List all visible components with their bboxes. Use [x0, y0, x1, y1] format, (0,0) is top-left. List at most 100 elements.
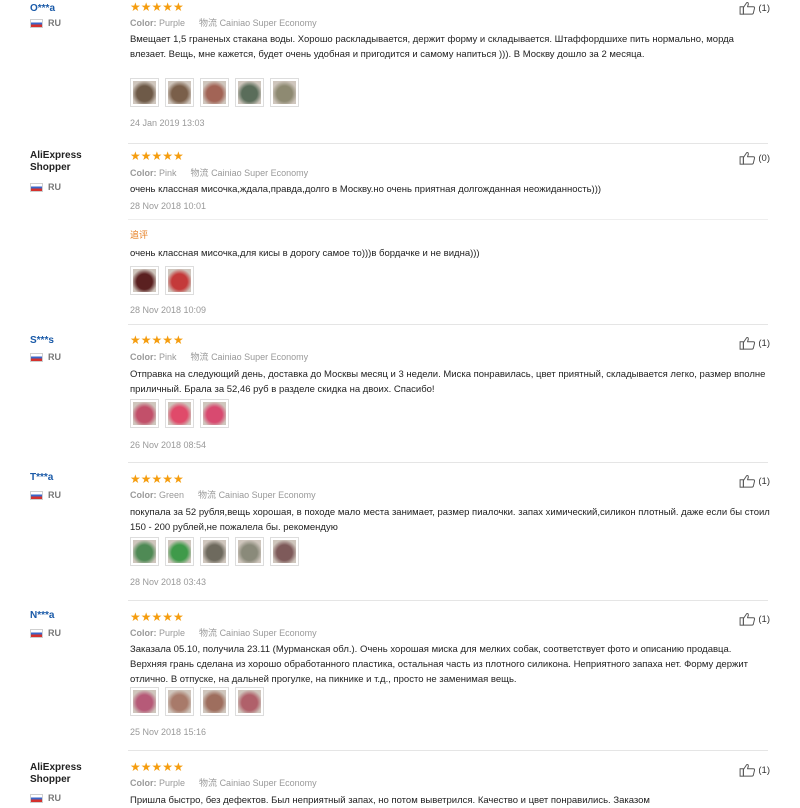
review-photos: [130, 687, 264, 716]
review-photo-thumbnail[interactable]: [200, 687, 229, 716]
review-photo-thumbnail[interactable]: [130, 266, 159, 295]
review-date: 24 Jan 2019 13:03: [130, 118, 205, 128]
helpful-count: (1): [758, 2, 770, 14]
color-value: Pink: [159, 352, 177, 362]
review-photo-thumbnail[interactable]: [235, 687, 264, 716]
helpful-count: (1): [758, 337, 770, 349]
review-photo-thumbnail[interactable]: [270, 78, 299, 107]
review-meta: Color: Purple 物流 Cainiao Super Economy: [130, 776, 317, 789]
review-photo-thumbnail[interactable]: [130, 687, 159, 716]
shipping-label: 物流: [190, 352, 209, 362]
shipping-label: 物流: [198, 490, 217, 500]
additional-feedback-divider: [128, 219, 768, 220]
helpful-button[interactable]: (1): [739, 1, 770, 15]
review-photo-thumbnail[interactable]: [235, 78, 264, 107]
review-photo-thumbnail[interactable]: [165, 266, 194, 295]
shipping-info: 物流 Cainiao Super Economy: [199, 778, 317, 788]
color-value: Purple: [159, 628, 186, 638]
reviewer-name[interactable]: S***s: [30, 335, 110, 347]
review-text: Вмещает 1,5 граненых стакана воды. Хорош…: [130, 34, 734, 60]
additional-feedback-text: очень классная мисочка,для кисы в дорогу…: [130, 248, 480, 259]
review-divider: [128, 600, 768, 601]
reviewer-name[interactable]: T***a: [30, 472, 110, 484]
review-divider: [128, 462, 768, 463]
helpful-button[interactable]: (1): [739, 612, 770, 626]
review-photo-thumbnail[interactable]: [200, 78, 229, 107]
review-meta: Color: Purple 物流 Cainiao Super Economy: [130, 626, 317, 639]
reviewer-country: RU: [30, 18, 61, 28]
review-divider: [128, 750, 768, 751]
country-code: RU: [48, 182, 61, 192]
russia-flag-icon: [30, 793, 43, 803]
reviewer-country: RU: [30, 628, 61, 638]
color-label: Color:: [130, 18, 157, 28]
review-photo-thumbnail[interactable]: [270, 537, 299, 566]
russia-flag-icon: [30, 182, 43, 192]
reviewer-name[interactable]: N***a: [30, 610, 110, 622]
helpful-button[interactable]: (1): [739, 336, 770, 350]
shipping-name: Cainiao Super Economy: [211, 352, 309, 362]
review-meta: Color: Purple 物流 Cainiao Super Economy: [130, 16, 317, 29]
review-photo-thumbnail[interactable]: [200, 537, 229, 566]
color-label: Color:: [130, 352, 157, 362]
helpful-count: (0): [758, 152, 770, 164]
shipping-info: 物流 Cainiao Super Economy: [199, 628, 317, 638]
thumbs-up-icon: [739, 336, 756, 350]
shipping-info: 物流 Cainiao Super Economy: [191, 168, 309, 178]
country-code: RU: [48, 793, 61, 803]
shipping-label: 物流: [199, 18, 218, 28]
review-text: очень классная мисочка,ждала,правда,долг…: [130, 184, 602, 195]
thumbs-up-icon: [739, 763, 756, 777]
review-meta: Color: Green 物流 Cainiao Super Economy: [130, 488, 316, 501]
star-rating: ★★★★★: [130, 0, 184, 14]
review-date: 28 Nov 2018 03:43: [130, 577, 207, 587]
review-photos: [130, 537, 299, 566]
review-photo-thumbnail[interactable]: [130, 537, 159, 566]
review-meta: Color: Pink 物流 Cainiao Super Economy: [130, 166, 308, 179]
reviewer-name[interactable]: O***a: [30, 3, 110, 15]
star-rating: ★★★★★: [130, 149, 184, 163]
shipping-name: Cainiao Super Economy: [219, 778, 317, 788]
shipping-name: Cainiao Super Economy: [219, 628, 317, 638]
shipping-name: Cainiao Super Economy: [219, 18, 317, 28]
review-photo-thumbnail[interactable]: [200, 399, 229, 428]
russia-flag-icon: [30, 490, 43, 500]
review-photo-thumbnail[interactable]: [165, 537, 194, 566]
color-label: Color:: [130, 778, 157, 788]
helpful-count: (1): [758, 475, 770, 487]
country-code: RU: [48, 628, 61, 638]
review-photo-thumbnail[interactable]: [165, 399, 194, 428]
review-photo-thumbnail[interactable]: [130, 78, 159, 107]
review-photos: [130, 78, 299, 107]
country-code: RU: [48, 18, 61, 28]
additional-feedback-photos: [130, 266, 194, 295]
shipping-name: Cainiao Super Economy: [218, 490, 316, 500]
country-code: RU: [48, 352, 61, 362]
helpful-button[interactable]: (1): [739, 474, 770, 488]
reviewer-country: RU: [30, 793, 61, 803]
review-date: 28 Nov 2018 10:01: [130, 201, 207, 211]
review-meta: Color: Pink 物流 Cainiao Super Economy: [130, 350, 308, 363]
shipping-info: 物流 Cainiao Super Economy: [191, 352, 309, 362]
review-photos: [130, 399, 229, 428]
color-label: Color:: [130, 168, 157, 178]
reviewer-name: AliExpress Shopper: [30, 762, 82, 785]
additional-feedback-date: 28 Nov 2018 10:09: [130, 305, 207, 315]
thumbs-up-icon: [739, 612, 756, 626]
review-photo-thumbnail[interactable]: [130, 399, 159, 428]
thumbs-up-icon: [739, 1, 756, 15]
star-rating: ★★★★★: [130, 610, 184, 624]
star-rating: ★★★★★: [130, 333, 184, 347]
helpful-button[interactable]: (0): [739, 151, 770, 165]
helpful-count: (1): [758, 613, 770, 625]
helpful-button[interactable]: (1): [739, 763, 770, 777]
star-rating: ★★★★★: [130, 760, 184, 774]
color-value: Green: [159, 490, 185, 500]
thumbs-up-icon: [739, 474, 756, 488]
review-date: 26 Nov 2018 08:54: [130, 440, 207, 450]
reviewer-country: RU: [30, 490, 61, 500]
reviewer-name: AliExpress Shopper: [30, 150, 82, 173]
review-photo-thumbnail[interactable]: [165, 78, 194, 107]
review-photo-thumbnail[interactable]: [235, 537, 264, 566]
review-photo-thumbnail[interactable]: [165, 687, 194, 716]
